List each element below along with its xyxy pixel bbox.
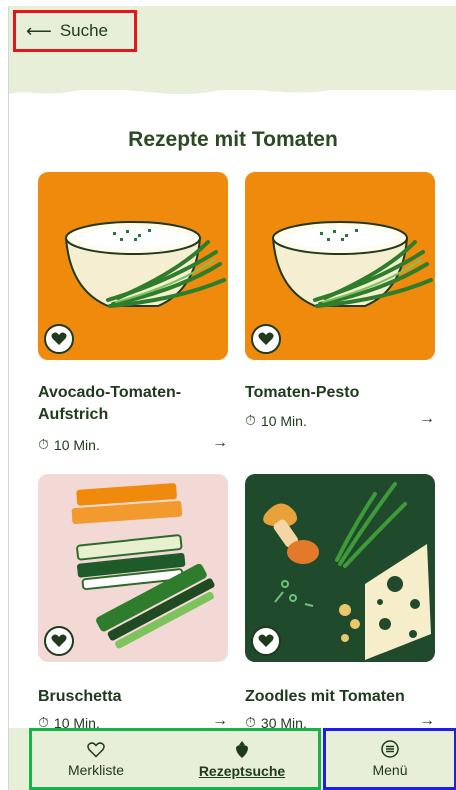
nav-rezeptsuche-label: Rezeptsuche: [198, 763, 286, 779]
recipe-time-value: 10 Min.: [260, 412, 307, 429]
arrow-left-icon: ⟵: [26, 21, 52, 41]
back-label: Suche: [59, 21, 109, 40]
nav-merkliste-label: Merkliste: [67, 762, 124, 778]
favorite-heart-button[interactable]: [44, 324, 74, 354]
clock-icon: ⏱: [38, 436, 49, 452]
recipe-title: Bruschetta: [38, 688, 122, 705]
bottom-navigation: Merkliste Rezeptsuche Menü: [9, 728, 456, 790]
arrow-right-icon: →: [212, 434, 228, 451]
menu-icon: [381, 740, 399, 758]
clock-icon: ⏱: [245, 412, 256, 428]
recipe-card[interactable]: Avocado-Tomaten-Aufstrich ⏱ 10 Min. →: [38, 172, 228, 462]
header-wave-decoration: [9, 66, 456, 95]
arrow-right-icon: →: [419, 410, 435, 427]
nav-merkliste[interactable]: Merkliste: [46, 731, 146, 789]
heart-icon: [51, 332, 67, 345]
recipe-title: Tomaten-Pesto: [245, 384, 360, 401]
recipe-card[interactable]: Zoodles mit Tomaten ⏱ 30 Min. →: [245, 474, 435, 731]
recipe-card[interactable]: Tomaten-Pesto ⏱ 10 Min. →: [245, 172, 435, 442]
recipe-time: ⏱ 10 Min.: [245, 412, 307, 429]
heart-outline-icon: [87, 742, 105, 758]
nav-menu-label: Menü: [372, 762, 408, 778]
bottom-nav-main-group: Merkliste Rezeptsuche: [29, 728, 321, 790]
recipe-time: ⏱ 10 Min.: [38, 436, 100, 453]
page-title: Rezepte mit Tomaten: [128, 128, 338, 151]
strawberry-icon: [236, 741, 248, 758]
heart-icon: [258, 332, 274, 345]
favorite-heart-button[interactable]: [251, 324, 281, 354]
favorite-heart-button[interactable]: [251, 626, 281, 656]
recipe-title: Zoodles mit Tomaten: [245, 688, 405, 705]
recipe-title: Avocado-Tomaten-Aufstrich: [38, 384, 182, 423]
recipe-card[interactable]: Bruschetta ⏱ 10 Min. →: [38, 474, 228, 731]
app-screen: ⟵ Suche Rezepte mit Tomaten Avocado-Toma…: [8, 6, 456, 790]
nav-rezeptsuche[interactable]: Rezeptsuche: [182, 731, 302, 789]
favorite-heart-button[interactable]: [44, 626, 74, 656]
recipe-time-value: 10 Min.: [53, 436, 100, 453]
nav-menu-button[interactable]: Menü: [323, 728, 456, 790]
heart-icon: [51, 634, 67, 647]
back-to-search-button[interactable]: ⟵ Suche: [13, 10, 137, 52]
heart-icon: [258, 634, 274, 647]
